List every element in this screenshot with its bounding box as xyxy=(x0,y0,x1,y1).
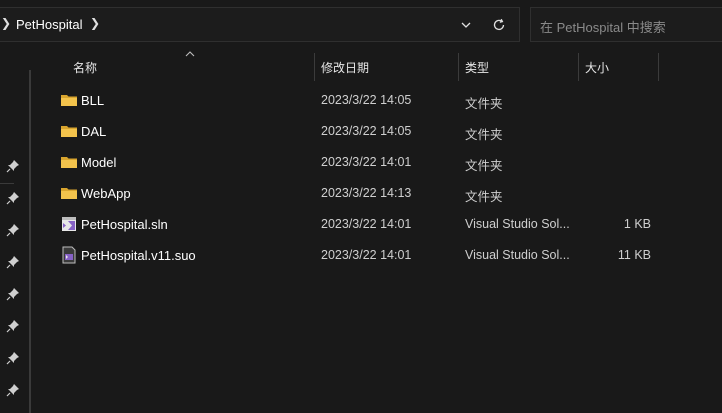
file-row-bll[interactable]: BLL 2023/3/22 14:05 文件夹 xyxy=(41,85,661,116)
search-placeholder: 在 PetHospital 中搜索 xyxy=(540,20,666,35)
column-divider[interactable] xyxy=(578,53,579,81)
pin-icon[interactable] xyxy=(6,319,20,333)
column-header-name[interactable]: 名称 xyxy=(73,53,97,83)
column-divider[interactable] xyxy=(314,53,315,81)
visual-studio-suo-icon xyxy=(62,246,76,264)
file-name: PetHospital.sln xyxy=(81,217,168,232)
file-modified: 2023/3/22 14:01 xyxy=(321,217,412,231)
pin-icon[interactable] xyxy=(6,159,20,173)
sort-ascending-icon xyxy=(185,51,195,57)
file-modified: 2023/3/22 14:05 xyxy=(321,124,412,138)
folder-icon xyxy=(61,188,77,199)
file-type: 文件夹 xyxy=(465,159,503,173)
nav-divider xyxy=(0,183,14,184)
pin-icon[interactable] xyxy=(6,191,20,205)
column-header-modified[interactable]: 修改日期 xyxy=(321,53,369,83)
column-divider[interactable] xyxy=(458,53,459,81)
column-header-size[interactable]: 大小 xyxy=(585,53,609,83)
search-input[interactable]: 在 PetHospital 中搜索 xyxy=(530,7,722,42)
folder-icon xyxy=(61,126,77,137)
chevron-down-icon[interactable] xyxy=(458,17,474,33)
column-header-type[interactable]: 类型 xyxy=(465,53,489,83)
file-modified: 2023/3/22 14:01 xyxy=(321,248,412,262)
file-modified: 2023/3/22 14:05 xyxy=(321,93,412,107)
address-bar[interactable]: ❯ PetHospital ❯ xyxy=(0,7,520,42)
pin-icon[interactable] xyxy=(6,287,20,301)
nav-scrollbar[interactable] xyxy=(29,70,31,413)
file-row-sln[interactable]: PetHospital.sln 2023/3/22 14:01 Visual S… xyxy=(41,209,661,240)
breadcrumb-chevron-icon[interactable]: ❯ xyxy=(90,16,100,30)
file-modified: 2023/3/22 14:13 xyxy=(321,186,412,200)
folder-icon xyxy=(61,157,77,168)
pin-icon[interactable] xyxy=(6,223,20,237)
file-row-webapp[interactable]: WebApp 2023/3/22 14:13 文件夹 xyxy=(41,178,661,209)
file-size: 11 KB xyxy=(617,248,651,262)
file-type: Visual Studio Sol... xyxy=(465,248,570,262)
file-name: DAL xyxy=(81,124,107,139)
file-name: BLL xyxy=(81,93,105,108)
folder-icon xyxy=(61,95,77,106)
file-modified: 2023/3/22 14:01 xyxy=(321,155,412,169)
pin-icon[interactable] xyxy=(6,351,20,365)
file-name: PetHospital.v11.suo xyxy=(81,248,196,263)
refresh-icon[interactable] xyxy=(491,17,507,33)
file-row-dal[interactable]: DAL 2023/3/22 14:05 文件夹 xyxy=(41,116,661,147)
pin-icon[interactable] xyxy=(6,383,20,397)
pin-icon[interactable] xyxy=(6,255,20,269)
breadcrumb-chevron-icon[interactable]: ❯ xyxy=(1,16,11,30)
file-row-suo[interactable]: PetHospital.v11.suo 2023/3/22 14:01 Visu… xyxy=(41,240,661,271)
file-name: WebApp xyxy=(81,186,131,201)
column-divider[interactable] xyxy=(658,53,659,81)
file-type: 文件夹 xyxy=(465,128,503,142)
file-type: 文件夹 xyxy=(465,190,503,204)
file-size: 1 KB xyxy=(623,217,651,231)
file-name: Model xyxy=(81,155,117,170)
file-row-model[interactable]: Model 2023/3/22 14:01 文件夹 xyxy=(41,147,661,178)
visual-studio-solution-icon xyxy=(62,217,76,231)
file-explorer-window: ❯ PetHospital ❯ 在 PetHospital 中搜索 名称 修改日… xyxy=(0,0,722,413)
breadcrumb-item[interactable]: PetHospital xyxy=(16,17,82,32)
file-type: 文件夹 xyxy=(465,97,503,111)
file-type: Visual Studio Sol... xyxy=(465,217,570,231)
